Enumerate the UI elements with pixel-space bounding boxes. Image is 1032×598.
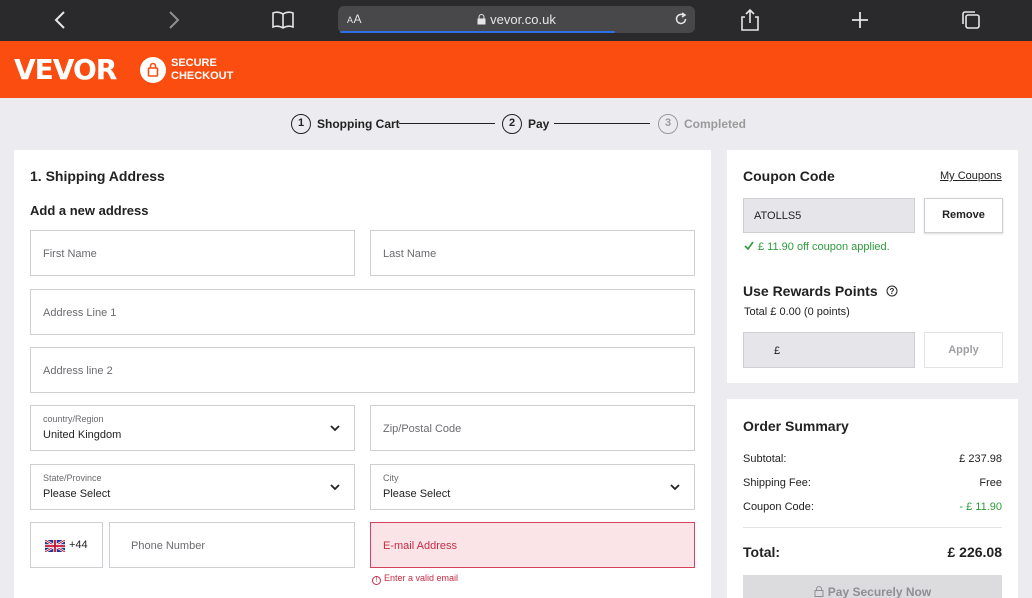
forward-icon[interactable] — [160, 7, 186, 33]
step-1-label: Shopping Cart — [317, 117, 400, 131]
rewards-title: Use Rewards Points ? — [743, 283, 898, 299]
email-field[interactable]: E-mail Address — [370, 522, 695, 568]
new-tab-icon[interactable] — [847, 7, 873, 33]
coupon-title: Coupon Code — [743, 168, 835, 184]
section-title: 1. Shipping Address — [30, 168, 165, 184]
summary-title: Order Summary — [743, 418, 849, 434]
error-icon: ! — [372, 576, 381, 585]
pay-securely-button[interactable]: Pay Securely Now — [743, 575, 1002, 598]
checkout-progress: 1 Shopping Cart 2 Pay 3 Completed — [0, 114, 1032, 134]
coupon-applied-message: £ 11.90 off coupon applied. — [744, 241, 890, 253]
step-connector — [399, 123, 495, 124]
help-icon[interactable]: ? — [886, 285, 898, 297]
site-header: VEVOR SECURE CHECKOUT — [0, 41, 1032, 98]
email-error-message: ! Enter a valid email — [372, 573, 458, 585]
browser-toolbar: AAAA vevor.co.uk — [0, 0, 1032, 41]
chevron-down-icon — [330, 484, 340, 491]
back-icon[interactable] — [48, 7, 74, 33]
step-3-number: 3 — [658, 114, 678, 134]
city-select[interactable]: City Please Select — [370, 464, 695, 510]
add-address-subtitle: Add a new address — [30, 203, 149, 218]
address-line-1-field[interactable]: Address Line 1 — [30, 289, 695, 335]
country-select[interactable]: country/Region United Kingdom — [30, 405, 355, 451]
chevron-down-icon — [330, 425, 340, 432]
first-name-field[interactable]: First Name — [30, 230, 355, 276]
state-select[interactable]: State/Province Please Select — [30, 464, 355, 510]
order-summary-panel: Order Summary Subtotal: £ 237.98 Shipping… — [727, 399, 1018, 598]
my-coupons-link[interactable]: My Coupons — [940, 170, 1002, 182]
remove-coupon-button[interactable]: Remove — [924, 198, 1003, 233]
secure-checkout-label: SECURE CHECKOUT — [171, 57, 234, 82]
total-row: Total: £ 226.08 — [743, 544, 1002, 560]
uk-flag-icon — [45, 540, 65, 552]
svg-text:?: ? — [889, 287, 894, 296]
rewards-total: Total £ 0.00 (0 points) — [744, 306, 850, 318]
lock-icon — [814, 586, 824, 597]
url-domain: vevor.co.uk — [338, 12, 695, 27]
share-icon[interactable] — [737, 7, 763, 33]
phone-country-code-select[interactable]: +44 — [30, 522, 103, 568]
chevron-down-icon — [670, 484, 680, 491]
step-1-number: 1 — [291, 114, 311, 134]
coupon-panel: Coupon Code My Coupons ATOLLS5 Remove £ … — [727, 150, 1018, 383]
last-name-field[interactable]: Last Name — [370, 230, 695, 276]
lock-icon — [477, 14, 486, 25]
apply-points-button[interactable]: Apply — [924, 332, 1003, 368]
check-icon — [744, 241, 754, 251]
tabs-overview-icon[interactable] — [958, 7, 984, 33]
zip-code-field[interactable]: Zip/Postal Code — [370, 405, 695, 451]
step-2-number: 2 — [502, 114, 522, 134]
vevor-logo[interactable]: VEVOR — [14, 53, 117, 86]
url-text: vevor.co.uk — [490, 12, 556, 27]
step-connector — [554, 123, 650, 124]
step-3-label: Completed — [684, 117, 747, 131]
load-progress-bar — [340, 31, 615, 33]
phone-number-field[interactable]: Phone Number — [109, 522, 355, 568]
bookmarks-icon[interactable] — [270, 7, 296, 33]
step-2-label: Pay — [528, 117, 550, 131]
shipping-address-panel: 1. Shipping Address Add a new address Fi… — [14, 150, 711, 598]
subtotal-row: Subtotal: £ 237.98 — [743, 453, 1002, 465]
coupon-discount-row: Coupon Code: - £ 11.90 — [743, 501, 1002, 513]
divider — [743, 527, 1002, 528]
rewards-amount-input[interactable]: £ — [743, 332, 915, 368]
secure-lock-icon — [140, 57, 166, 83]
coupon-code-input[interactable]: ATOLLS5 — [743, 198, 915, 233]
address-line-2-field[interactable]: Address line 2 — [30, 347, 695, 393]
reload-icon[interactable] — [673, 11, 689, 27]
shipping-fee-row: Shipping Fee: Free — [743, 477, 1002, 489]
address-bar[interactable]: AAAA vevor.co.uk — [338, 6, 695, 33]
